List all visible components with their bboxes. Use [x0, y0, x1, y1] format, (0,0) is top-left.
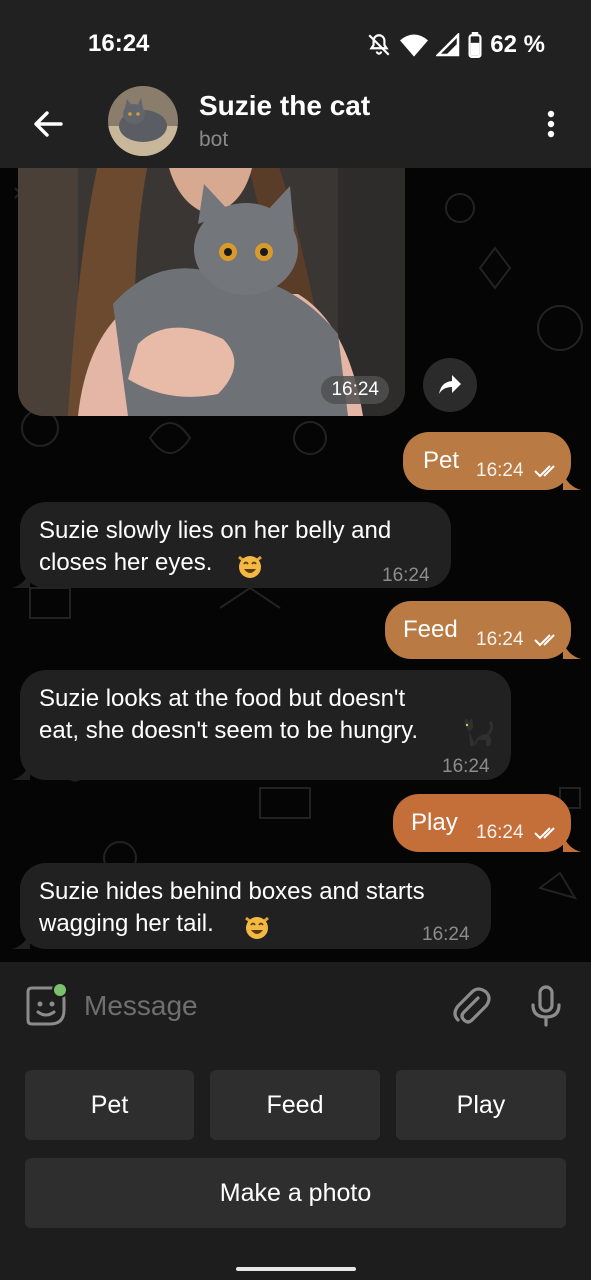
message-time: 16:24	[476, 822, 524, 843]
battery-percentage: 62 %	[490, 31, 545, 58]
status-icons: 62 %	[366, 30, 545, 60]
chat-title[interactable]: Suzie the cat	[199, 90, 370, 122]
chat-subtitle: bot	[199, 128, 229, 151]
status-time: 16:24	[88, 30, 150, 57]
message-time: 16:24	[476, 629, 524, 650]
message-text: Play	[411, 809, 458, 836]
chat-area[interactable]: 16:24 Pet 16:24 Suzie slowly lies on her…	[0, 168, 591, 962]
more-options-button[interactable]	[539, 102, 563, 146]
incoming-message[interactable]: Suzie looks at the food but doesn't eat,…	[12, 670, 511, 780]
message-time: 16:24	[321, 376, 389, 404]
wifi-icon	[400, 34, 429, 57]
message-text-line2: eat, she doesn't seem to be hungry.	[39, 717, 419, 744]
double-check-icon	[534, 465, 555, 478]
message-text: Feed	[403, 616, 458, 643]
incoming-message[interactable]: Suzie hides behind boxes and starts wagg…	[12, 863, 491, 949]
more-vertical-icon	[547, 110, 555, 138]
message-text-line1: Suzie hides behind boxes and starts	[39, 878, 425, 905]
message-input-bar	[0, 962, 591, 1050]
photo-message[interactable]: 16:24	[18, 168, 405, 416]
double-check-icon	[534, 634, 555, 647]
message-time: 16:24	[442, 756, 490, 777]
smiling-cat-emoji	[245, 916, 269, 939]
message-text: Pet	[423, 447, 460, 474]
keyboard-button-feed[interactable]: Feed	[210, 1070, 380, 1140]
chat-header: Suzie the cat bot	[0, 86, 591, 168]
forward-button[interactable]	[423, 358, 477, 412]
message-time: 16:24	[476, 460, 524, 481]
keyboard-button-make-photo[interactable]: Make a photo	[25, 1158, 566, 1228]
home-gesture-handle[interactable]	[236, 1267, 356, 1271]
keyboard-button-play[interactable]: Play	[396, 1070, 566, 1140]
mute-icon	[368, 34, 390, 56]
message-text-line1: Suzie slowly lies on her belly and	[39, 517, 392, 544]
message-input[interactable]	[84, 984, 424, 1028]
back-arrow-icon	[34, 111, 63, 137]
message-text-line2: closes her eyes.	[39, 549, 213, 576]
smiling-cat-emoji	[238, 555, 262, 578]
attach-icon	[453, 987, 491, 1024]
status-bar: 16:24 62 %	[0, 0, 591, 88]
bot-keyboard: Pet Feed Play Make a photo	[0, 1050, 591, 1255]
signal-icon	[436, 33, 460, 57]
notification-dot	[52, 982, 68, 998]
double-check-icon	[534, 827, 555, 840]
incoming-message[interactable]: Suzie slowly lies on her belly and close…	[12, 502, 451, 588]
mic-icon	[531, 985, 561, 1027]
message-text-line2: wagging her tail.	[39, 910, 214, 937]
message-text-line1: Suzie looks at the food but doesn't	[39, 685, 406, 712]
keyboard-button-pet[interactable]: Pet	[25, 1070, 194, 1140]
battery-icon	[468, 32, 482, 58]
navigation-bar	[0, 1255, 591, 1280]
avatar[interactable]	[108, 86, 178, 156]
outgoing-message[interactable]: Pet 16:24	[403, 432, 581, 490]
message-time: 16:24	[422, 924, 470, 945]
back-button[interactable]	[26, 102, 70, 146]
voice-message-button[interactable]	[524, 984, 568, 1028]
forward-icon	[439, 375, 461, 394]
attach-button[interactable]	[448, 984, 492, 1028]
black-cat-emoji	[464, 718, 494, 746]
message-time: 16:24	[382, 565, 430, 586]
outgoing-message[interactable]: Play 16:24	[393, 794, 581, 852]
outgoing-message[interactable]: Feed 16:24	[385, 601, 581, 659]
